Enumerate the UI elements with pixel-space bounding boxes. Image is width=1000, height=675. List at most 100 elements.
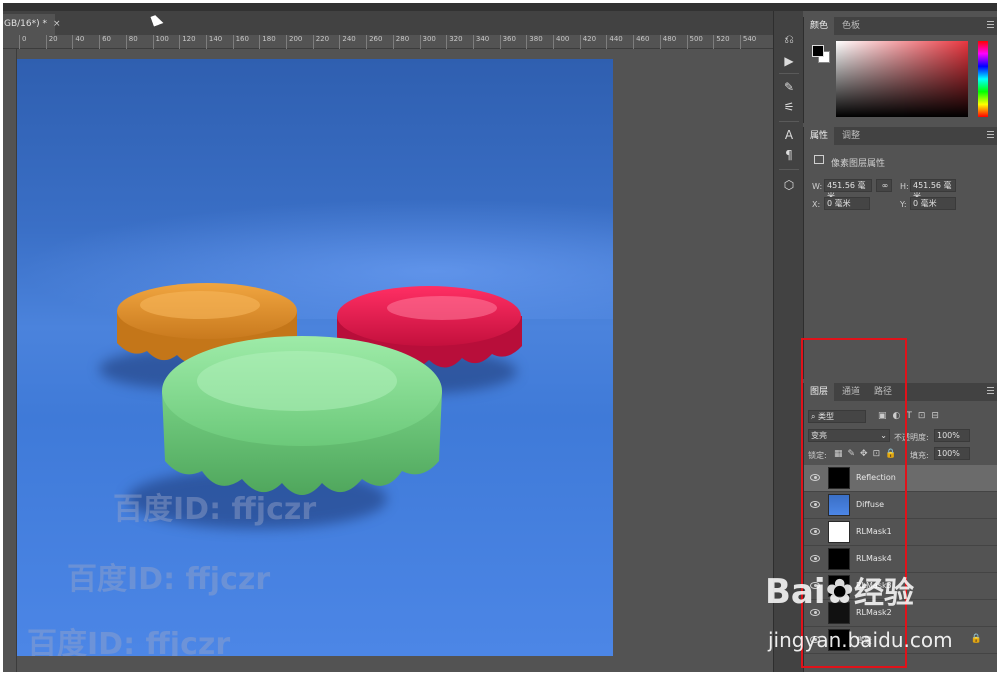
ruler-tick-label: 160	[232, 35, 249, 49]
tab-channels[interactable]: 通道	[836, 383, 866, 401]
history-icon[interactable]: ⎌	[781, 31, 797, 47]
ruler-tick-label: 280	[392, 35, 409, 49]
blend-mode-value: 变亮	[811, 431, 827, 440]
ruler-tick-label: 300	[419, 35, 436, 49]
layer-filter-bar: ⌕ 类型 ▣◐T⊡⊟	[804, 407, 997, 425]
brush-icon[interactable]: ✎	[781, 79, 797, 95]
lock-icon: 🔒	[970, 634, 982, 644]
width-label: W:	[812, 182, 823, 191]
actions-play-icon[interactable]: ▶	[781, 53, 797, 69]
layer-filter-icons[interactable]: ▣◐T⊡⊟	[878, 411, 945, 421]
ruler-tick-label: 240	[339, 35, 356, 49]
panel-menu-icon[interactable]	[987, 21, 994, 28]
character-icon[interactable]: A	[781, 127, 797, 143]
layer-filter-select[interactable]: ⌕ 类型	[808, 410, 866, 423]
ruler-tick-label: 260	[366, 35, 382, 49]
tab-swatches[interactable]: 色板	[836, 17, 866, 35]
ruler-tick-label: 60	[99, 35, 111, 49]
ruler-tick-label: 440	[606, 35, 623, 49]
properties-panel: 属性 调整 像素图层属性 W: 451.56 毫米 ∞ H: 451.56 毫米…	[803, 127, 997, 379]
y-label: Y:	[900, 200, 907, 209]
3d-icon[interactable]: ⬡	[781, 177, 797, 193]
canvas-watermark: 百度ID: ffjczr	[67, 562, 271, 597]
properties-panel-tabs: 属性 调整	[804, 127, 997, 145]
layer-thumbnail	[828, 494, 850, 516]
eye-icon[interactable]	[810, 474, 820, 481]
tab-layers[interactable]: 图层	[804, 383, 835, 401]
search-icon: ⌕	[811, 412, 819, 421]
ruler-tick-label: 220	[312, 35, 329, 49]
color-panel: 颜色 色板	[803, 17, 997, 123]
ruler-tick-label: 540	[739, 35, 756, 49]
ruler-tick-label: 40	[72, 35, 84, 49]
ruler-tick-label: 420	[579, 35, 596, 49]
ruler-tick-label: 340	[472, 35, 489, 49]
width-field[interactable]: 451.56 毫米	[824, 179, 872, 201]
properties-title: 像素图层属性	[831, 159, 886, 169]
document-tab[interactable]: GB/16*) * ×	[3, 14, 61, 35]
vertical-ruler	[3, 49, 17, 672]
layer-name: RLMask4	[856, 554, 892, 563]
close-tab-icon[interactable]: ×	[53, 19, 61, 29]
blend-mode-select[interactable]: 变亮 ⌄	[808, 429, 890, 442]
lock-icons[interactable]: ▦✎✥⊡🔒	[834, 449, 901, 459]
ruler-tick-label: 480	[659, 35, 676, 49]
tab-paths[interactable]: 路径	[868, 383, 898, 401]
x-field[interactable]: 0 毫米	[824, 197, 870, 210]
baidu-jingyan-url: jingyan.baidu.com	[768, 628, 953, 652]
height-field[interactable]: 451.56 毫米	[910, 179, 956, 201]
hue-slider[interactable]	[978, 41, 988, 117]
fill-field[interactable]: 100%	[934, 447, 970, 460]
layer-name: Reflection	[856, 473, 896, 482]
color-picker-field[interactable]	[836, 41, 968, 117]
tab-properties[interactable]: 属性	[804, 127, 835, 145]
tab-adjustments[interactable]: 调整	[836, 127, 866, 145]
ruler-tick-label: 380	[526, 35, 543, 49]
layer-thumbnail	[828, 548, 850, 570]
ruler-tick-label: 20	[45, 35, 58, 49]
canvas-watermark: 百度ID: ffjczr	[27, 627, 231, 656]
tab-color[interactable]: 颜色	[804, 17, 835, 35]
ruler-tick-label: 0	[19, 35, 26, 49]
baidu-jingyan-logo: Bai✿经验	[765, 568, 914, 612]
pixel-layer-icon	[814, 155, 824, 164]
color-panel-tabs: 颜色 色板	[804, 17, 997, 35]
height-label: H:	[900, 182, 909, 191]
foreground-color-swatch[interactable]	[812, 45, 824, 57]
layer-thumbnail	[828, 521, 850, 543]
ruler-tick-label: 400	[553, 35, 569, 49]
lock-label: 锁定:	[808, 451, 827, 460]
eye-icon[interactable]	[810, 555, 820, 562]
ruler-tick-label: 460	[633, 35, 649, 49]
layer-filter-label: 类型	[818, 412, 835, 421]
paragraph-icon[interactable]: ¶	[781, 147, 797, 163]
ruler-tick-label: 320	[446, 35, 463, 49]
layer-row[interactable]: Reflection	[804, 465, 997, 492]
document-tab-bar: GB/16*) * ×	[3, 11, 773, 35]
chevron-down-icon: ⌄	[880, 431, 887, 440]
layer-row[interactable]: RLMask1	[804, 519, 997, 546]
image-canvas[interactable]: 百度ID: ffjczr 百度ID: ffjczr 百度ID: ffjczr	[17, 59, 613, 656]
layers-panel-tabs: 图层 通道 路径	[804, 383, 997, 401]
link-dimensions-icon[interactable]: ∞	[876, 179, 892, 192]
ruler-tick-label: 120	[179, 35, 196, 49]
layer-thumbnail	[828, 467, 850, 489]
ruler-tick-label: 360	[499, 35, 516, 49]
jingyan-logo-text: 经验	[854, 576, 915, 611]
brush-settings-icon[interactable]: ⚟	[781, 99, 797, 115]
fill-label: 填充:	[910, 451, 929, 460]
paw-icon: ✿	[825, 572, 855, 612]
ruler-tick-label: 520	[713, 35, 730, 49]
layer-row[interactable]: Diffuse	[804, 492, 997, 519]
eye-icon[interactable]	[810, 501, 820, 508]
baidu-logo-text: Bai	[765, 572, 826, 612]
panel-menu-icon[interactable]	[987, 131, 994, 138]
eye-icon[interactable]	[810, 528, 820, 535]
layer-name: RLMask1	[856, 527, 892, 536]
opacity-field[interactable]: 100%	[934, 429, 970, 442]
y-field[interactable]: 0 毫米	[910, 197, 956, 210]
layer-name: Diffuse	[856, 500, 885, 509]
menu-bar[interactable]	[3, 3, 997, 11]
horizontal-ruler: 0 20 40 60 80 100 120 140 160 180 200 220 240 260 280 3…	[3, 35, 773, 49]
panel-menu-icon[interactable]	[987, 387, 994, 394]
